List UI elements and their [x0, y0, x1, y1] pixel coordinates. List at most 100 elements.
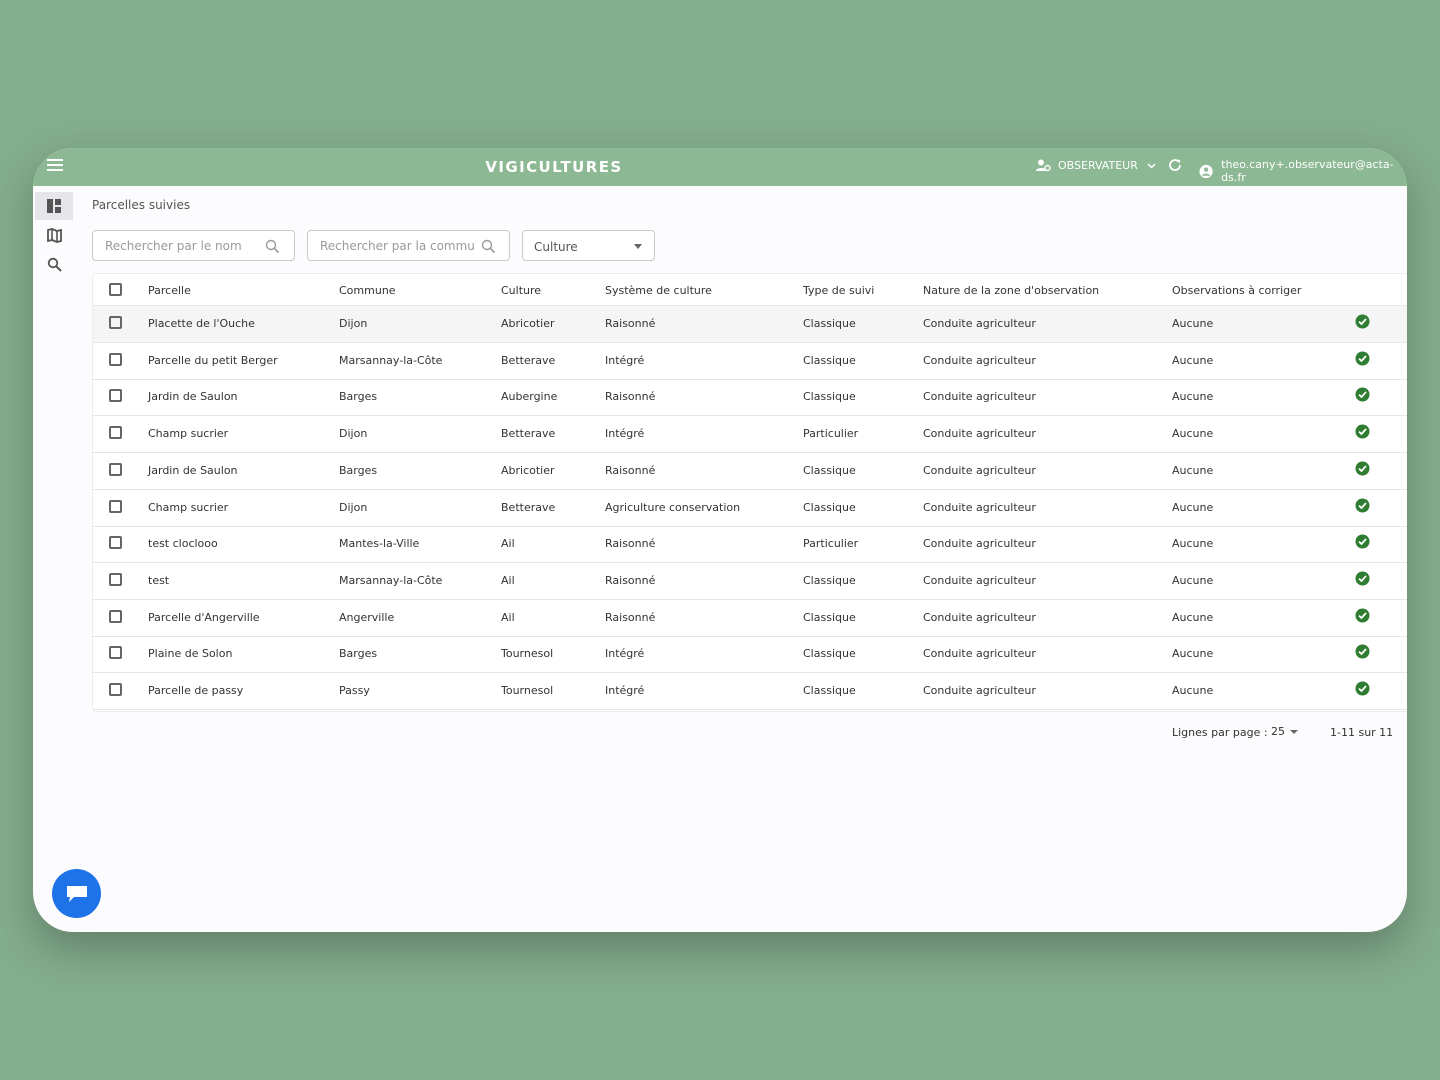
check-circle-icon [1355, 461, 1370, 476]
cell-nature-zone: Conduite agriculteur [923, 317, 1036, 330]
cell-commune: Barges [339, 463, 378, 477]
search-icon [265, 239, 280, 254]
cell-nature-zone: Conduite agriculteur [923, 390, 1036, 404]
table-row[interactable]: Champ sucrier Dijon Betterave Intégré Partic… [93, 416, 1407, 454]
cell-observations: Aucune [1172, 427, 1214, 441]
column-header-type-suivi[interactable]: Type de suivi [803, 274, 874, 308]
table-row[interactable]: Placette de l'Ouche Dijon Abricotier Raison… [93, 306, 1407, 343]
row-checkbox[interactable] [109, 683, 122, 696]
cell-parcelle: Jardin de Saulon [148, 390, 238, 404]
chat-button[interactable] [52, 869, 101, 918]
cell-systeme: Intégré [605, 684, 645, 697]
chat-icon [66, 885, 87, 902]
cell-nature-zone: Conduite agriculteur [923, 610, 1036, 624]
refresh-icon[interactable] [1167, 157, 1183, 173]
cell-observations: Aucune [1172, 610, 1214, 624]
row-checkbox[interactable] [109, 646, 122, 660]
cell-type-suivi: Classique [803, 463, 856, 477]
rows-per-page-label: Lignes par page : [1172, 726, 1268, 739]
check-circle-icon [1355, 571, 1370, 586]
row-checkbox[interactable] [109, 572, 122, 586]
pagination-range: 1-11 sur 11 [1330, 726, 1394, 739]
row-checkbox[interactable] [109, 352, 122, 366]
column-header-culture[interactable]: Culture [501, 274, 541, 308]
row-checkbox[interactable] [109, 389, 122, 403]
cell-systeme: Intégré [605, 353, 645, 367]
select-all-checkbox[interactable] [109, 283, 122, 296]
table-row[interactable]: Champ sucrier Dijon Betterave Agriculture c… [93, 490, 1407, 527]
parcels-table: Parcelle Commune Culture Système de cult… [92, 273, 1407, 712]
cell-culture: Abricotier [501, 463, 555, 477]
table-row[interactable]: Jardin de Saulon Barges Aubergine Raisonné C… [93, 379, 1407, 417]
cell-systeme: Raisonné [605, 573, 656, 587]
cell-nature-zone: Conduite agriculteur [923, 647, 1036, 661]
culture-select-label: Culture [534, 240, 578, 254]
cell-culture: Betterave [501, 427, 556, 441]
name-search-input[interactable] [103, 238, 257, 254]
cell-type-suivi: Particulier [803, 537, 859, 551]
cell-systeme: Raisonné [605, 317, 656, 330]
role-label: OBSERVATEUR [1058, 159, 1138, 172]
cell-systeme: Agriculture conservation [605, 500, 741, 514]
cell-observations: Aucune [1172, 573, 1214, 587]
cell-commune: Dijon [339, 500, 368, 514]
cell-type-suivi: Classique [803, 353, 856, 367]
row-checkbox[interactable] [109, 536, 122, 550]
table-row[interactable]: Parcelle de passy Passy Tournesol Intégré Cl… [93, 673, 1407, 710]
table-row[interactable]: test cloclooo Mantes-la-Ville Ail Raisonné P… [93, 526, 1407, 564]
cell-culture: Ail [501, 573, 515, 587]
app-window: VIGICULTURES OBSERVATEUR theo.cany+.obse… [33, 148, 1407, 932]
cell-parcelle: Parcelle de passy [148, 684, 244, 697]
commune-search-input[interactable] [318, 238, 477, 254]
cell-commune: Barges [339, 390, 378, 404]
table-row[interactable]: Jardin de Saulon Barges Abricotier Raisonné… [93, 453, 1407, 490]
cell-culture: Betterave [501, 353, 556, 367]
column-header-commune[interactable]: Commune [339, 274, 396, 308]
row-checkbox[interactable] [109, 426, 122, 440]
cell-systeme: Raisonné [605, 537, 656, 551]
role-selector[interactable]: OBSERVATEUR [1036, 159, 1163, 172]
cell-commune: Passy [339, 684, 370, 697]
sidebar-item-map[interactable] [35, 221, 73, 249]
row-checkbox[interactable] [109, 316, 122, 329]
row-checkbox[interactable] [109, 499, 122, 513]
cell-systeme: Raisonné [605, 610, 656, 624]
cell-culture: Aubergine [501, 390, 558, 404]
user-menu[interactable]: theo.cany+.observateur@acta-ds.fr [1199, 158, 1407, 184]
cell-nature-zone: Conduite agriculteur [923, 573, 1036, 587]
column-header-parcelle[interactable]: Parcelle [148, 274, 191, 308]
table-header-row: Parcelle Commune Culture Système de cult… [93, 274, 1407, 306]
rows-per-page-select[interactable]: 25 [1271, 725, 1285, 738]
table-row[interactable]: Plaine de Solon Barges Tournesol Intégré Cla… [93, 636, 1407, 674]
name-search-field[interactable] [92, 230, 295, 261]
cell-observations: Aucune [1172, 684, 1214, 697]
sidebar-item-dashboard[interactable] [35, 192, 73, 220]
cell-type-suivi: Classique [803, 500, 856, 514]
commune-search-field[interactable] [307, 230, 510, 261]
map-icon [46, 227, 62, 243]
check-circle-icon [1355, 498, 1370, 512]
cell-nature-zone: Conduite agriculteur [923, 353, 1036, 367]
search-icon [481, 239, 496, 254]
table-row[interactable]: Parcelle d'Angerville Angerville Ail Raison… [93, 600, 1407, 637]
cell-culture: Ail [501, 610, 515, 624]
sidebar-item-search[interactable] [35, 250, 73, 278]
cell-culture: Tournesol [501, 647, 554, 661]
cell-type-suivi: Classique [803, 647, 856, 661]
cell-systeme: Intégré [605, 427, 645, 441]
cell-type-suivi: Classique [803, 684, 856, 697]
cell-systeme: Intégré [605, 647, 645, 661]
cell-parcelle: Jardin de Saulon [148, 463, 238, 477]
column-header-observations[interactable]: Observations à corriger [1172, 274, 1301, 308]
table-row[interactable]: Parcelle du petit Berger Marsannay-la-Côt… [93, 343, 1407, 380]
culture-select[interactable]: Culture [522, 230, 655, 261]
table-row[interactable]: test Marsannay-la-Côte Ail Raisonné Classiqu… [93, 563, 1407, 600]
caret-down-icon[interactable] [1290, 730, 1298, 734]
row-checkbox[interactable] [109, 609, 122, 623]
row-checkbox[interactable] [109, 462, 122, 476]
cell-type-suivi: Classique [803, 317, 856, 330]
cell-observations: Aucune [1172, 537, 1214, 551]
sidebar [33, 186, 73, 932]
column-header-systeme[interactable]: Système de culture [605, 274, 712, 308]
column-header-nature-zone[interactable]: Nature de la zone d'observation [923, 274, 1099, 308]
